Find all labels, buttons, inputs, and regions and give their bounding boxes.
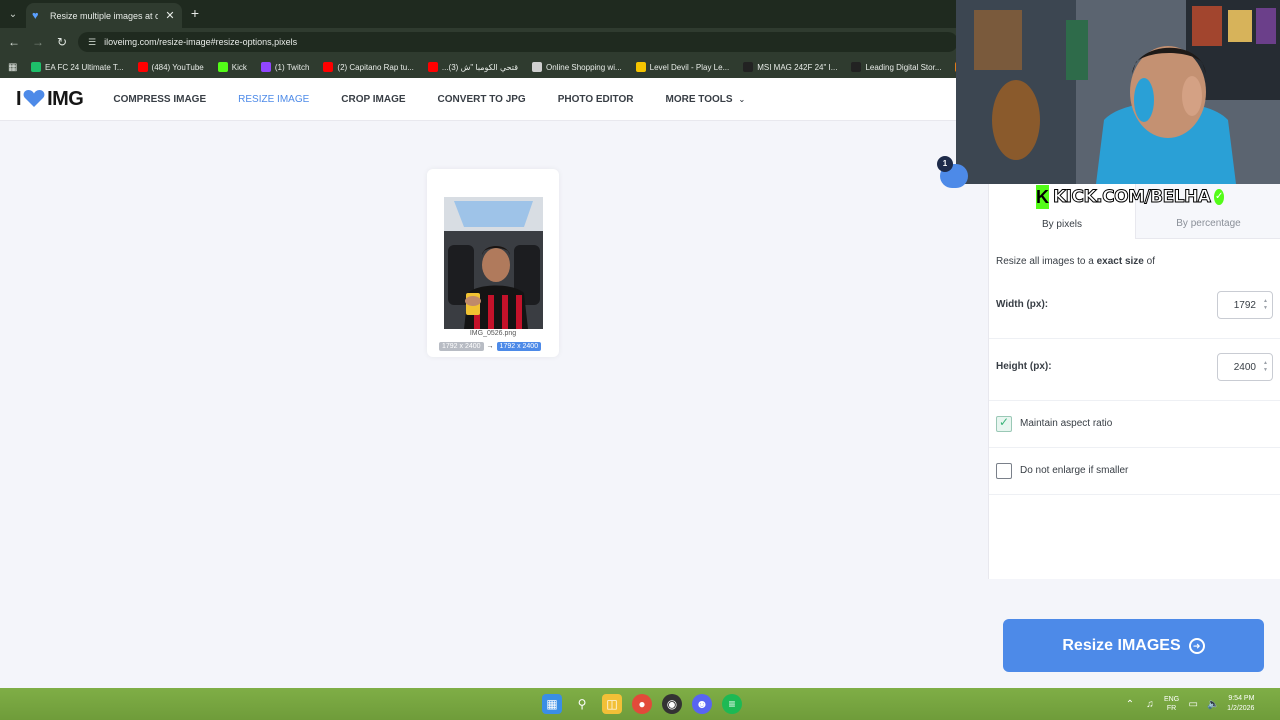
maintain-aspect-checkbox[interactable]: ✓ xyxy=(996,415,1012,432)
nav-compress-image[interactable]: COMPRESS IMAGE xyxy=(113,94,206,105)
spotify-icon[interactable]: ≡ xyxy=(722,694,742,714)
bookmark-item[interactable]: (484) YouTube xyxy=(133,62,209,72)
webcam-feed-icon xyxy=(956,0,1280,184)
original-dimensions: 1792 x 2400 xyxy=(439,342,484,351)
file-explorer-icon[interactable]: ◫ xyxy=(602,694,622,714)
site-header: I IMG COMPRESS IMAGE RESIZE IMAGE CROP I… xyxy=(0,78,958,121)
chevron-down-icon: ⌄ xyxy=(738,94,746,104)
kick-channel-text: KICK.COM/BELHA xyxy=(1052,187,1211,208)
nav-resize-image[interactable]: RESIZE IMAGE xyxy=(238,94,309,105)
do-not-enlarge-checkbox[interactable] xyxy=(996,463,1012,479)
do-not-enlarge-row: Do not enlarge if smaller xyxy=(989,448,1280,495)
new-dimensions: 1792 x 2400 xyxy=(496,342,542,351)
height-input[interactable]: 2400 ▲ ▼ xyxy=(1217,353,1273,381)
monitor-icon[interactable]: ▭ xyxy=(1187,699,1199,710)
chevron-up-icon[interactable]: ⌃ xyxy=(1124,699,1136,710)
nav-crop-image[interactable]: CROP IMAGE xyxy=(341,94,405,105)
address-bar[interactable]: ☰ iloveimg.com/resize-image#resize-optio… xyxy=(78,32,958,52)
forward-arrow-icon[interactable]: → xyxy=(30,34,46,50)
bookmark-favicon-icon xyxy=(323,62,334,72)
bookmark-item[interactable]: Leading Digital Stor... xyxy=(846,62,946,72)
width-input[interactable]: 1792 ▲ ▼ xyxy=(1217,291,1273,319)
iloveimg-favicon-icon: ♥ xyxy=(32,9,39,22)
file-count-badge: 1 xyxy=(937,156,953,172)
width-field-row: Width (px): 1792 ▲ ▼ xyxy=(989,277,1280,339)
bookmark-item[interactable]: (1) Twitch xyxy=(256,62,315,72)
kick-channel-overlay: K KICK.COM/BELHA ✓ xyxy=(1036,183,1224,211)
tab-close-icon[interactable]: ✕ xyxy=(164,9,176,22)
microphone-icon[interactable]: ♫ xyxy=(1144,699,1156,710)
bookmark-favicon-icon xyxy=(217,62,228,72)
bookmark-item[interactable]: EA FC 24 Ultimate T... xyxy=(26,62,129,72)
resize-description: Resize all images to a exact size of xyxy=(996,256,1155,267)
arrow-circle-right-icon: ➜ xyxy=(1188,637,1205,654)
back-arrow-icon[interactable]: ← xyxy=(6,34,22,50)
search-icon[interactable]: ⚲ xyxy=(572,694,592,714)
arrow-right-icon: → xyxy=(486,343,494,350)
bookmark-favicon-icon xyxy=(137,62,148,72)
bookmark-item[interactable]: Kick xyxy=(213,62,252,72)
tab-search-chevron-icon[interactable]: ⌄ xyxy=(4,5,22,23)
bookmark-favicon-icon xyxy=(260,62,271,72)
bookmark-item[interactable]: Level Devil - Play Le... xyxy=(631,62,735,72)
bookmark-item[interactable]: Online Shopping wi... xyxy=(527,62,627,72)
maintain-aspect-row: ✓ Maintain aspect ratio xyxy=(989,401,1280,448)
nav-more-tools[interactable]: MORE TOOLS ⌄ xyxy=(665,94,745,105)
bookmark-favicon-icon xyxy=(743,62,754,72)
verified-check-icon: ✓ xyxy=(1214,189,1224,205)
streamer-webcam xyxy=(956,0,1280,184)
kick-logo-icon: K xyxy=(1036,185,1049,209)
windows-taskbar: ▦ ⚲ ◫ ● ◉ ☻ ≡ ⌃ ♫ ENG FR ▭ 🔈 9:54 PM 1/2… xyxy=(0,688,1280,720)
system-tray: ⌃ ♫ ENG FR ▭ 🔈 9:54 PM 1/2/2026 xyxy=(1124,694,1255,714)
nav-photo-editor[interactable]: PHOTO EDITOR xyxy=(558,94,634,105)
maintain-aspect-label: Maintain aspect ratio xyxy=(1020,418,1113,429)
checkmark-icon: ✓ xyxy=(999,415,1010,429)
url-text: iloveimg.com/resize-image#resize-options… xyxy=(104,37,298,47)
new-tab-plus-icon[interactable]: + xyxy=(188,5,202,21)
dimensions-row: 1792 x 2400 → 1792 x 2400 xyxy=(439,342,542,351)
bookmark-item[interactable]: ...(3) قتحي الكومبا "ش xyxy=(423,62,523,72)
spinner-arrows-icon[interactable]: ▲ ▼ xyxy=(1263,298,1268,312)
chrome-icon[interactable]: ● xyxy=(632,694,652,714)
browser-tab-active[interactable]: ♥ Resize multiple images at once! ✕ xyxy=(26,3,182,28)
clock[interactable]: 9:54 PM 1/2/2026 xyxy=(1227,694,1254,714)
apps-grid-icon[interactable]: ▦ xyxy=(8,62,22,73)
iloveimg-logo[interactable]: I IMG xyxy=(16,88,84,111)
file-workspace: IMG_0526.png 1792 x 2400 → 1792 x 2400 xyxy=(0,121,988,688)
bookmark-favicon-icon xyxy=(31,62,41,72)
bookmark-favicon-icon xyxy=(635,62,646,72)
reload-icon[interactable]: ↻ xyxy=(54,34,70,50)
resize-images-button[interactable]: Resize IMAGES ➜ xyxy=(1003,619,1264,672)
volume-icon[interactable]: 🔈 xyxy=(1207,699,1219,710)
height-label: Height (px): xyxy=(996,361,1052,372)
height-field-row: Height (px): 2400 ▲ ▼ xyxy=(989,339,1280,401)
bookmark-favicon-icon xyxy=(427,62,438,72)
tab-title: Resize multiple images at once! xyxy=(50,10,158,21)
site-info-icon[interactable]: ☰ xyxy=(88,37,96,48)
bookmark-favicon-icon xyxy=(532,62,543,72)
language-indicator[interactable]: ENG FR xyxy=(1164,695,1179,713)
do-not-enlarge-label: Do not enlarge if smaller xyxy=(1020,465,1129,476)
file-card[interactable]: IMG_0526.png 1792 x 2400 → 1792 x 2400 xyxy=(427,169,559,357)
obs-icon[interactable]: ◉ xyxy=(662,694,682,714)
selfie-photo-icon xyxy=(444,197,543,329)
discord-icon[interactable]: ☻ xyxy=(692,694,712,714)
width-label: Width (px): xyxy=(996,299,1049,310)
windows-start-icon[interactable]: ▦ xyxy=(542,694,562,714)
nav-convert-to-jpg[interactable]: CONVERT TO JPG xyxy=(438,94,526,105)
bookmark-item[interactable]: (2) Capitano Rap tu... xyxy=(318,62,418,72)
bookmark-item[interactable]: MSI MAG 242F 24" I... xyxy=(738,62,842,72)
bookmark-favicon-icon xyxy=(851,62,862,72)
heart-logo-icon xyxy=(23,90,45,107)
image-thumbnail xyxy=(444,197,543,329)
spinner-arrows-icon[interactable]: ▲ ▼ xyxy=(1263,360,1268,374)
file-name: IMG_0526.png xyxy=(469,330,517,337)
